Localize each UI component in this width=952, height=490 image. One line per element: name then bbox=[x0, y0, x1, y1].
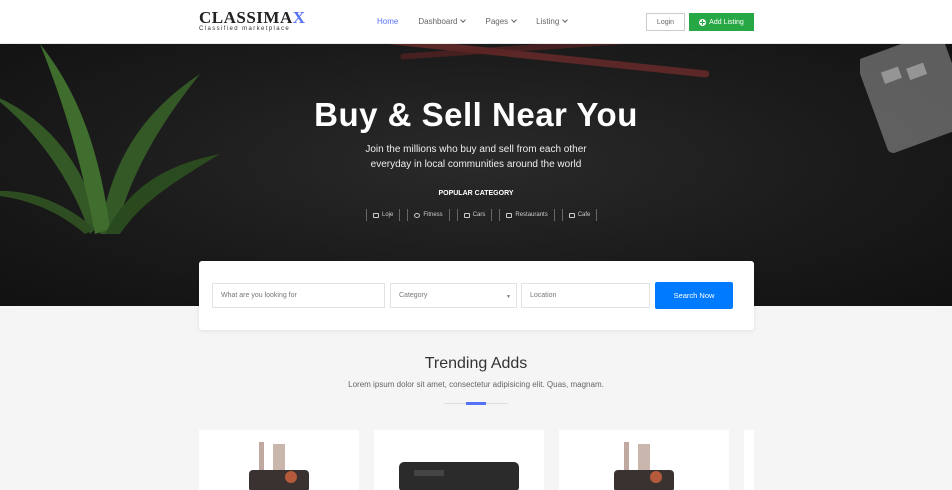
category-link-cafe[interactable]: Cafe bbox=[561, 209, 598, 221]
logo-text: CLASSIMAX bbox=[199, 8, 306, 27]
hero-title: Buy & Sell Near You bbox=[314, 96, 638, 133]
bed-icon bbox=[373, 212, 379, 218]
logo-tagline: Classified marketplace bbox=[199, 26, 291, 32]
category-link-fitness[interactable]: Fitness bbox=[407, 209, 450, 221]
coffee-icon bbox=[568, 212, 575, 218]
plant-decoration bbox=[0, 44, 220, 234]
search-now-button[interactable]: Search Now bbox=[655, 282, 733, 309]
nav-item-listing[interactable]: Listing bbox=[536, 17, 569, 26]
add-listing-button[interactable]: Add Listing bbox=[689, 13, 754, 31]
product-image bbox=[249, 442, 309, 490]
product-image bbox=[614, 442, 674, 490]
section-subtitle: Lorem ipsum dolor sit amet, consectetur … bbox=[348, 380, 604, 389]
car-icon bbox=[463, 212, 470, 218]
nav-item-pages[interactable]: Pages bbox=[485, 17, 518, 26]
select-arrow-icon: ▼ bbox=[506, 294, 511, 300]
product-card[interactable] bbox=[559, 430, 729, 490]
location-input[interactable]: Location bbox=[521, 283, 650, 308]
category-link-cars[interactable]: Cars bbox=[456, 209, 493, 221]
section-title: Trending Adds bbox=[424, 355, 528, 372]
brand-logo[interactable]: CLASSIMAX Classified marketplace bbox=[199, 9, 306, 32]
category-link-restaurants[interactable]: Restaurants bbox=[499, 209, 555, 221]
login-button[interactable]: Login bbox=[646, 13, 685, 31]
restaurant-icon bbox=[506, 212, 513, 218]
search-keyword-input[interactable]: What are you looking for bbox=[212, 283, 385, 308]
product-card[interactable] bbox=[199, 430, 359, 490]
popular-category-heading: POPULAR CATEGORY bbox=[438, 190, 514, 197]
category-link-loje[interactable]: Loje bbox=[366, 209, 401, 221]
chevron-down-icon bbox=[562, 17, 569, 23]
chevron-down-icon bbox=[460, 17, 467, 23]
chevron-down-icon bbox=[511, 17, 518, 23]
search-form: What are you looking for Category ▼ Loca… bbox=[199, 261, 754, 330]
add-listing-label: Add Listing bbox=[709, 18, 744, 26]
product-image bbox=[399, 462, 519, 490]
product-card[interactable] bbox=[744, 430, 754, 490]
category-select[interactable]: Category ▼ bbox=[390, 283, 517, 308]
dribbble-icon bbox=[414, 212, 421, 218]
popular-category-list: Loje Fitness Cars Restaurants Cafe bbox=[366, 209, 604, 221]
hero-subtitle: Join the millions who buy and sell from … bbox=[365, 144, 587, 170]
category-select-value: Category bbox=[399, 292, 428, 299]
plus-circle-icon bbox=[699, 18, 707, 26]
section-divider-accent bbox=[466, 402, 486, 405]
top-navbar: CLASSIMAX Classified marketplace Home Da… bbox=[0, 0, 952, 44]
main-menu: Home Dashboard Pages Listing bbox=[377, 17, 569, 26]
nav-item-home[interactable]: Home bbox=[377, 17, 398, 26]
product-card[interactable] bbox=[374, 430, 544, 490]
nav-item-dashboard[interactable]: Dashboard bbox=[418, 17, 467, 26]
pencils-decoration bbox=[350, 44, 710, 78]
